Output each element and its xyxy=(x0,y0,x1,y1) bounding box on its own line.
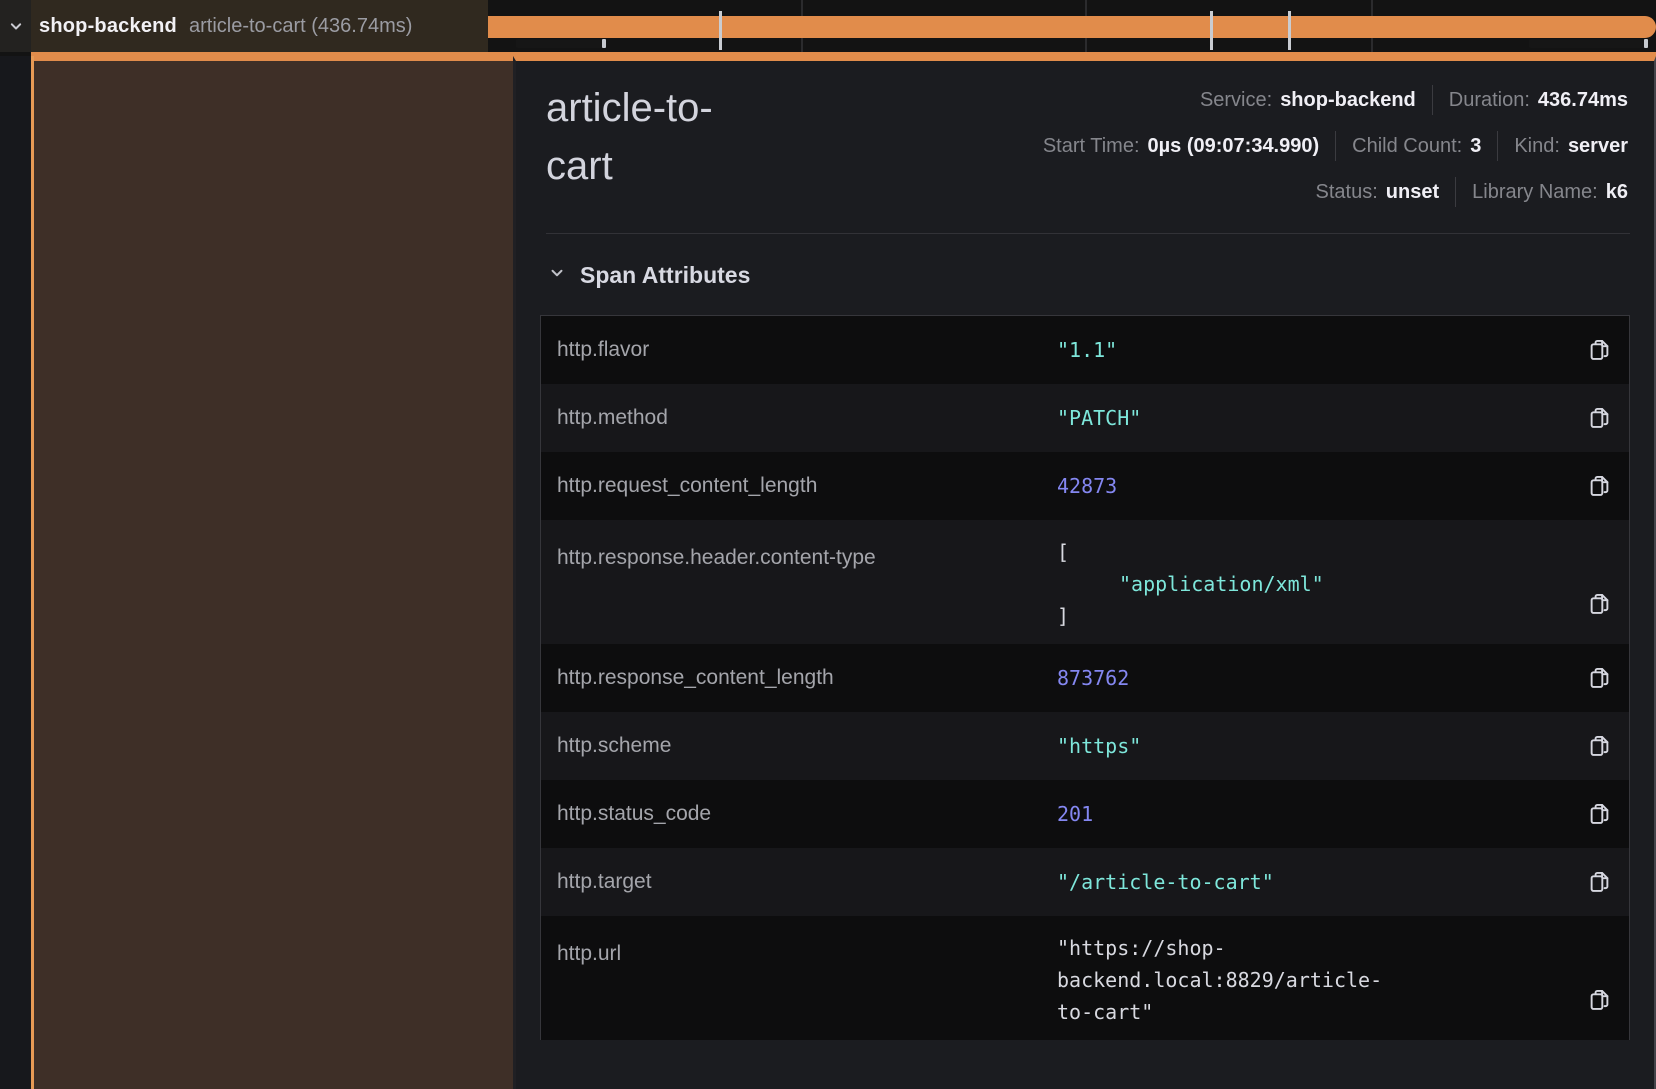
meta-value: 0µs (09:07:34.990) xyxy=(1148,133,1320,159)
copy-button[interactable] xyxy=(1586,473,1613,500)
meta-row: Status: unset Library Name: k6 xyxy=(1300,177,1630,207)
attr-key: http.response.header.content-type xyxy=(557,536,1057,580)
copy-icon xyxy=(1586,665,1613,692)
copy-button[interactable] xyxy=(1586,405,1613,432)
section-title: Span Attributes xyxy=(580,262,750,289)
table-row: http.response_content_length 873762 xyxy=(541,644,1629,712)
attr-key: http.request_content_length xyxy=(557,452,1057,520)
body: article-to-cart Service: shop-backend Dur… xyxy=(0,56,1656,1089)
table-row: http.status_code 201 xyxy=(541,780,1629,848)
child-span-inset xyxy=(516,39,606,48)
meta-value: 3 xyxy=(1470,133,1481,159)
service-name: shop-backend xyxy=(39,15,177,38)
meta-label: Child Count: xyxy=(1352,133,1462,159)
table-row: http.flavor "1.1" xyxy=(541,316,1629,384)
copy-button[interactable] xyxy=(1586,733,1613,760)
header-divider xyxy=(546,233,1630,234)
copy-icon xyxy=(1586,801,1613,828)
attr-value: 873762 xyxy=(1057,662,1402,694)
copy-button[interactable] xyxy=(1586,337,1613,364)
copy-icon xyxy=(1586,473,1613,500)
attr-value: "/article-to-cart" xyxy=(1057,866,1402,898)
copy-icon xyxy=(1586,591,1613,618)
table-row: http.url "https://shop-backend.local:882… xyxy=(541,916,1629,1040)
trace-viewer: shop-backend article-to-cart (436.74ms) … xyxy=(0,0,1656,1089)
copy-button[interactable] xyxy=(1586,591,1613,618)
meta-value: shop-backend xyxy=(1280,87,1416,113)
meta-row: Start Time: 0µs (09:07:34.990) Child Coun… xyxy=(1027,131,1630,161)
meta-label: Duration: xyxy=(1449,87,1530,113)
copy-icon xyxy=(1586,337,1613,364)
span-names: shop-backend article-to-cart (436.74ms) xyxy=(31,15,488,38)
table-row: http.method "PATCH" xyxy=(541,384,1629,452)
table-row: http.response.header.content-type [ "app… xyxy=(541,520,1629,644)
span-row: shop-backend article-to-cart (436.74ms) xyxy=(0,0,1656,56)
meta-value: server xyxy=(1568,133,1628,159)
span-event-tick xyxy=(1288,11,1291,50)
attr-key: http.flavor xyxy=(557,316,1057,384)
chevron-down-icon xyxy=(548,264,566,287)
attr-key: http.response_content_length xyxy=(557,644,1057,712)
meta-value: unset xyxy=(1386,179,1439,205)
meta-label: Library Name: xyxy=(1472,179,1598,205)
span-event-tick xyxy=(1210,11,1213,50)
span-event-tick xyxy=(719,11,722,50)
attr-key: http.scheme xyxy=(557,712,1057,780)
attributes-table: http.flavor "1.1" http.method "PATCH" ht… xyxy=(540,315,1630,1040)
meta-label: Service: xyxy=(1200,87,1272,113)
attr-value: 201 xyxy=(1057,798,1402,830)
table-row: http.target "/article-to-cart" xyxy=(541,848,1629,916)
attr-key: http.target xyxy=(557,848,1057,916)
meta-row: Service: shop-backend Duration: 436.74ms xyxy=(1184,85,1630,115)
copy-button[interactable] xyxy=(1586,869,1613,896)
tree-left-rail xyxy=(0,56,31,1089)
copy-icon xyxy=(1586,733,1613,760)
meta-label: Start Time: xyxy=(1043,133,1140,159)
child-span-inset xyxy=(1529,39,1648,48)
span-tree-row[interactable]: shop-backend article-to-cart (436.74ms) xyxy=(0,0,488,52)
chevron-down-icon xyxy=(6,16,26,36)
selected-span-highlight xyxy=(34,56,513,1089)
span-meta: Service: shop-backend Duration: 436.74ms S… xyxy=(1027,79,1630,207)
meta-label: Kind: xyxy=(1514,133,1560,159)
attr-value: [ "application/xml" ] xyxy=(1057,536,1402,632)
detail-header: article-to-cart Service: shop-backend Dur… xyxy=(540,61,1630,207)
span-title: article-to-cart xyxy=(540,79,776,207)
copy-icon xyxy=(1586,405,1613,432)
attr-value: 42873 xyxy=(1057,470,1402,502)
meta-label: Status: xyxy=(1316,179,1378,205)
table-row: http.scheme "https" xyxy=(541,712,1629,780)
span-detail-panel: article-to-cart Service: shop-backend Dur… xyxy=(513,56,1656,1089)
attr-key: http.status_code xyxy=(557,780,1057,848)
copy-button[interactable] xyxy=(1586,987,1613,1014)
span-attributes-toggle[interactable]: Span Attributes xyxy=(548,262,1630,289)
attr-value: "1.1" xyxy=(1057,334,1402,366)
copy-icon xyxy=(1586,869,1613,896)
attr-key: http.url xyxy=(557,932,1057,976)
table-row: http.request_content_length 42873 xyxy=(541,452,1629,520)
timeline xyxy=(488,0,1656,52)
attr-key: http.method xyxy=(557,384,1057,452)
span-duration-bar[interactable] xyxy=(488,16,1656,38)
copy-button[interactable] xyxy=(1586,665,1613,692)
copy-icon xyxy=(1586,987,1613,1014)
copy-button[interactable] xyxy=(1586,801,1613,828)
span-name-duration: article-to-cart (436.74ms) xyxy=(189,15,412,38)
meta-value: 436.74ms xyxy=(1538,87,1628,113)
attr-value: "https" xyxy=(1057,730,1402,762)
attr-value: "https://shop-backend.local:8829/article… xyxy=(1057,932,1402,1028)
caret-cell[interactable] xyxy=(0,0,31,52)
meta-value: k6 xyxy=(1606,179,1628,205)
attr-value: "PATCH" xyxy=(1057,402,1402,434)
